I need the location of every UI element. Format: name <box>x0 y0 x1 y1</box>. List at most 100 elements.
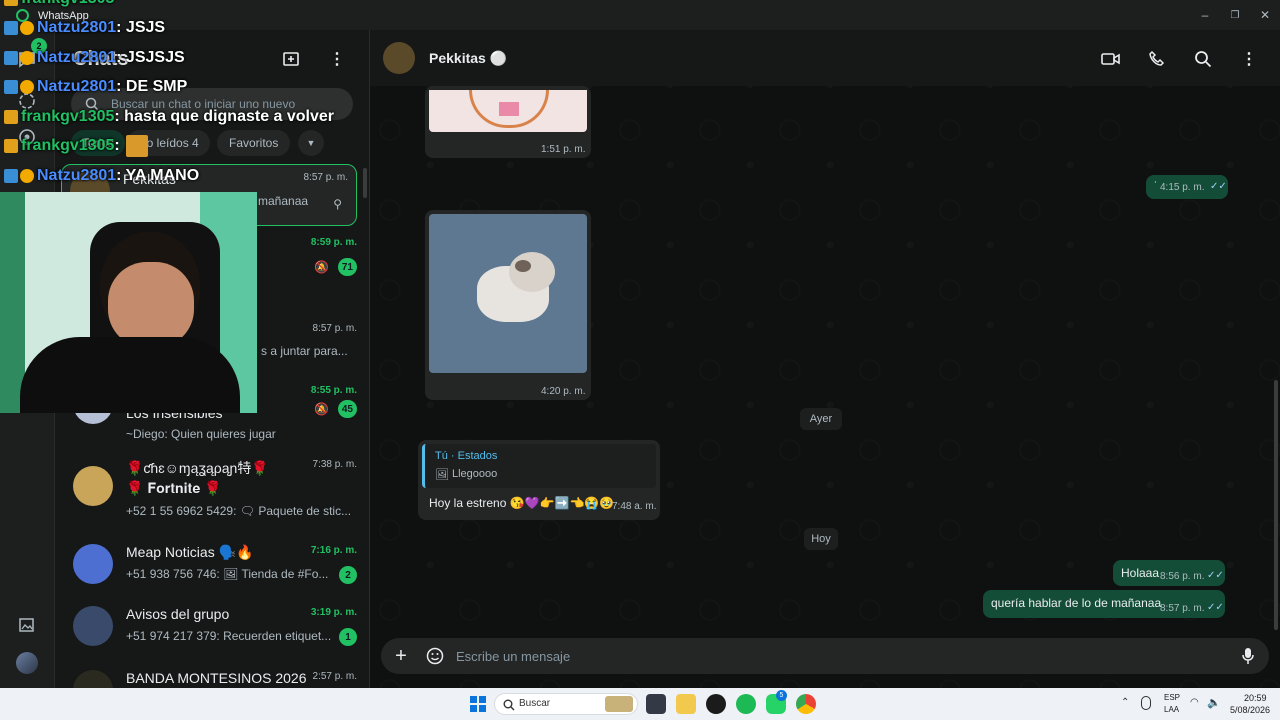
chrome-icon[interactable] <box>796 694 816 714</box>
language-bottom[interactable]: LAA <box>1164 705 1179 714</box>
task-view-icon[interactable] <box>646 694 666 714</box>
windows-logo-icon <box>470 705 477 712</box>
message-time: 8:57 p. m. <box>1160 603 1205 614</box>
chat-name: BANDA MONTESINOS 2026 <box>126 670 307 686</box>
attach-plus-button[interactable]: + <box>391 645 411 667</box>
windows-logo-icon <box>479 705 486 712</box>
media-nav-button[interactable] <box>16 614 38 636</box>
date-separator-ayer: Ayer <box>800 408 842 430</box>
double-check-icon: ✓✓ <box>1207 602 1224 613</box>
windows-logo-icon <box>470 696 477 703</box>
unread-badge: 71 <box>337 258 357 276</box>
tray-chevron-icon[interactable]: ⌃ <box>1121 697 1129 708</box>
contact-name[interactable]: Pekkitas ⚪ <box>429 50 507 67</box>
crown-icon <box>4 110 18 124</box>
composer: + Escribe un mensaje <box>381 638 1269 674</box>
taskbar-search-label: Buscar <box>519 698 551 709</box>
stream-chat-line: Natzu2801: DE SMP <box>4 76 187 98</box>
message-text: ˙ <box>1154 179 1158 193</box>
obs-icon[interactable] <box>706 694 726 714</box>
image-message[interactable] <box>425 210 591 400</box>
avatar <box>73 466 113 506</box>
phone-icon <box>1149 50 1165 66</box>
kitten-photo <box>429 214 587 373</box>
windows-taskbar: Buscar 5 ⌃ ESP LAA ◠ 🔈 20:59 5/08/2026 <box>0 688 1280 720</box>
minimize-button[interactable]: – <box>1196 6 1214 24</box>
gallery-icon <box>19 618 34 632</box>
stream-chat-line: Natzu2801: JSJS <box>4 17 165 39</box>
quoted-author: Tú · Estados <box>435 450 498 462</box>
voice-call-button[interactable] <box>1146 48 1168 70</box>
muted-icon: 🔕 <box>314 260 329 274</box>
video-call-button[interactable] <box>1100 48 1122 70</box>
badge-icon <box>4 169 18 183</box>
badge-icon <box>20 21 34 35</box>
chat-time: 8:59 p. m. <box>310 237 357 248</box>
sticker-icon <box>426 647 444 665</box>
chat-subtitle: 🌹 𝐅𝐨𝐫𝐭𝐧𝐢𝐭𝐞 🌹 <box>126 480 222 496</box>
reply-message[interactable]: Tú · Estados 🖼 Llegoooo Hoy la estreno 😘… <box>418 440 660 520</box>
microphone-tray-icon[interactable] <box>1141 696 1151 710</box>
outgoing-message[interactable]: Holaaa 8:56 p. m. ✓✓ <box>1113 560 1225 586</box>
language-top[interactable]: ESP <box>1164 693 1180 702</box>
chat-item-fortnite[interactable]: 🌹ƈɦɛ☺ɱąʓąρąɲ特🌹 🌹 𝐅𝐨𝐫𝐭𝐧𝐢𝐭𝐞 🌹 +52 1 55 696… <box>65 452 365 524</box>
close-window-button[interactable]: ✕ <box>1256 6 1274 24</box>
crown-icon <box>4 0 18 6</box>
stream-chat-line: frankgv1305: <box>4 135 148 157</box>
outgoing-message[interactable]: ˙ 4:15 p. m. ✓✓ <box>1146 175 1228 199</box>
taskbar-search[interactable]: Buscar <box>494 693 638 715</box>
badge-icon <box>20 169 34 183</box>
chat-time: 8:57 p. m. <box>312 323 357 334</box>
conversation-scrollbar[interactable] <box>1274 380 1278 630</box>
stream-chat-line: frankgv1305: hasta que dignaste a volver <box>4 106 334 128</box>
chat-name: Meap Noticias 🗣️🔥 <box>126 544 254 560</box>
chat-list-scrollbar[interactable] <box>363 168 367 198</box>
chat-preview: +51 938 756 746: 🖼 Tienda de #Fo... <box>126 567 329 581</box>
webcam-shirt <box>20 337 240 413</box>
stream-chat-line: Natzu2801: JSJSJS <box>4 47 185 69</box>
file-explorer-icon[interactable] <box>676 694 696 714</box>
badge-icon <box>4 80 18 94</box>
search-icon <box>1195 51 1212 68</box>
spotify-icon[interactable] <box>736 694 756 714</box>
chat-name: 🌹ƈɦɛ☺ɱąʓąρąɲ特🌹 <box>126 460 269 476</box>
chat-time: 3:19 p. m. <box>310 607 357 618</box>
search-in-chat-button[interactable] <box>1192 48 1214 70</box>
unread-badge: 1 <box>339 628 357 646</box>
chat-item-avisos-del-grupo[interactable]: Avisos del grupo +51 974 217 379: Recuer… <box>65 600 365 662</box>
volume-icon[interactable]: 🔈 <box>1207 696 1221 709</box>
webcam-overlay <box>0 192 257 413</box>
contact-avatar[interactable] <box>383 42 415 74</box>
voice-note-button[interactable] <box>1238 646 1258 666</box>
quoted-text: Llegoooo <box>452 468 498 480</box>
webcam-face <box>108 262 194 348</box>
badge-icon <box>4 21 18 35</box>
unread-badge: 2 <box>339 566 357 584</box>
stream-chat-line: frankgv1305 <box>4 0 114 10</box>
message-time: 7:48 a. m. <box>612 501 657 512</box>
search-highlight-image <box>605 696 633 712</box>
message-time: 4:15 p. m. <box>1160 182 1205 193</box>
muted-icon: 🔕 <box>314 402 329 416</box>
clock-time[interactable]: 20:59 <box>1244 693 1267 703</box>
message-input[interactable]: Escribe un mensaje <box>456 649 570 664</box>
message-text: quería hablar de lo de mañanaa <box>991 596 1162 610</box>
message-text: Hoy la estreno 😘💜👉➡️👈😭🥹 <box>429 496 615 510</box>
wifi-icon[interactable]: ◠ <box>1190 697 1199 708</box>
search-icon <box>503 699 515 711</box>
maximize-button[interactable]: ❐ <box>1226 6 1244 24</box>
image-icon: 🖼 <box>435 469 449 481</box>
chat-item-banda-montesinos[interactable]: BANDA MONTESINOS 2026 2:57 p. m. <box>65 664 365 688</box>
chat-preview: mañanaa <box>258 194 309 208</box>
emoji-button[interactable] <box>425 646 445 666</box>
emote-icon <box>125 135 148 157</box>
clock-date[interactable]: 5/08/2026 <box>1230 705 1270 715</box>
outgoing-message[interactable]: quería hablar de lo de mañanaa 8:57 p. m… <box>983 590 1225 618</box>
chat-item-meap-noticias[interactable]: Meap Noticias 🗣️🔥 +51 938 756 746: 🖼 Tie… <box>65 538 365 600</box>
chat-preview: +51 974 217 379: Recuerden etiquet... <box>126 629 332 643</box>
start-button[interactable] <box>470 696 486 712</box>
profile-avatar[interactable] <box>16 652 38 674</box>
chat-menu-button[interactable]: ⋮ <box>1238 48 1260 70</box>
conversation-pane: 1:51 p. m. ˙ 4:15 p. m. ✓✓ 4:20 p. m. Ay… <box>370 30 1280 688</box>
quoted-status[interactable]: Tú · Estados 🖼 Llegoooo <box>422 444 656 488</box>
